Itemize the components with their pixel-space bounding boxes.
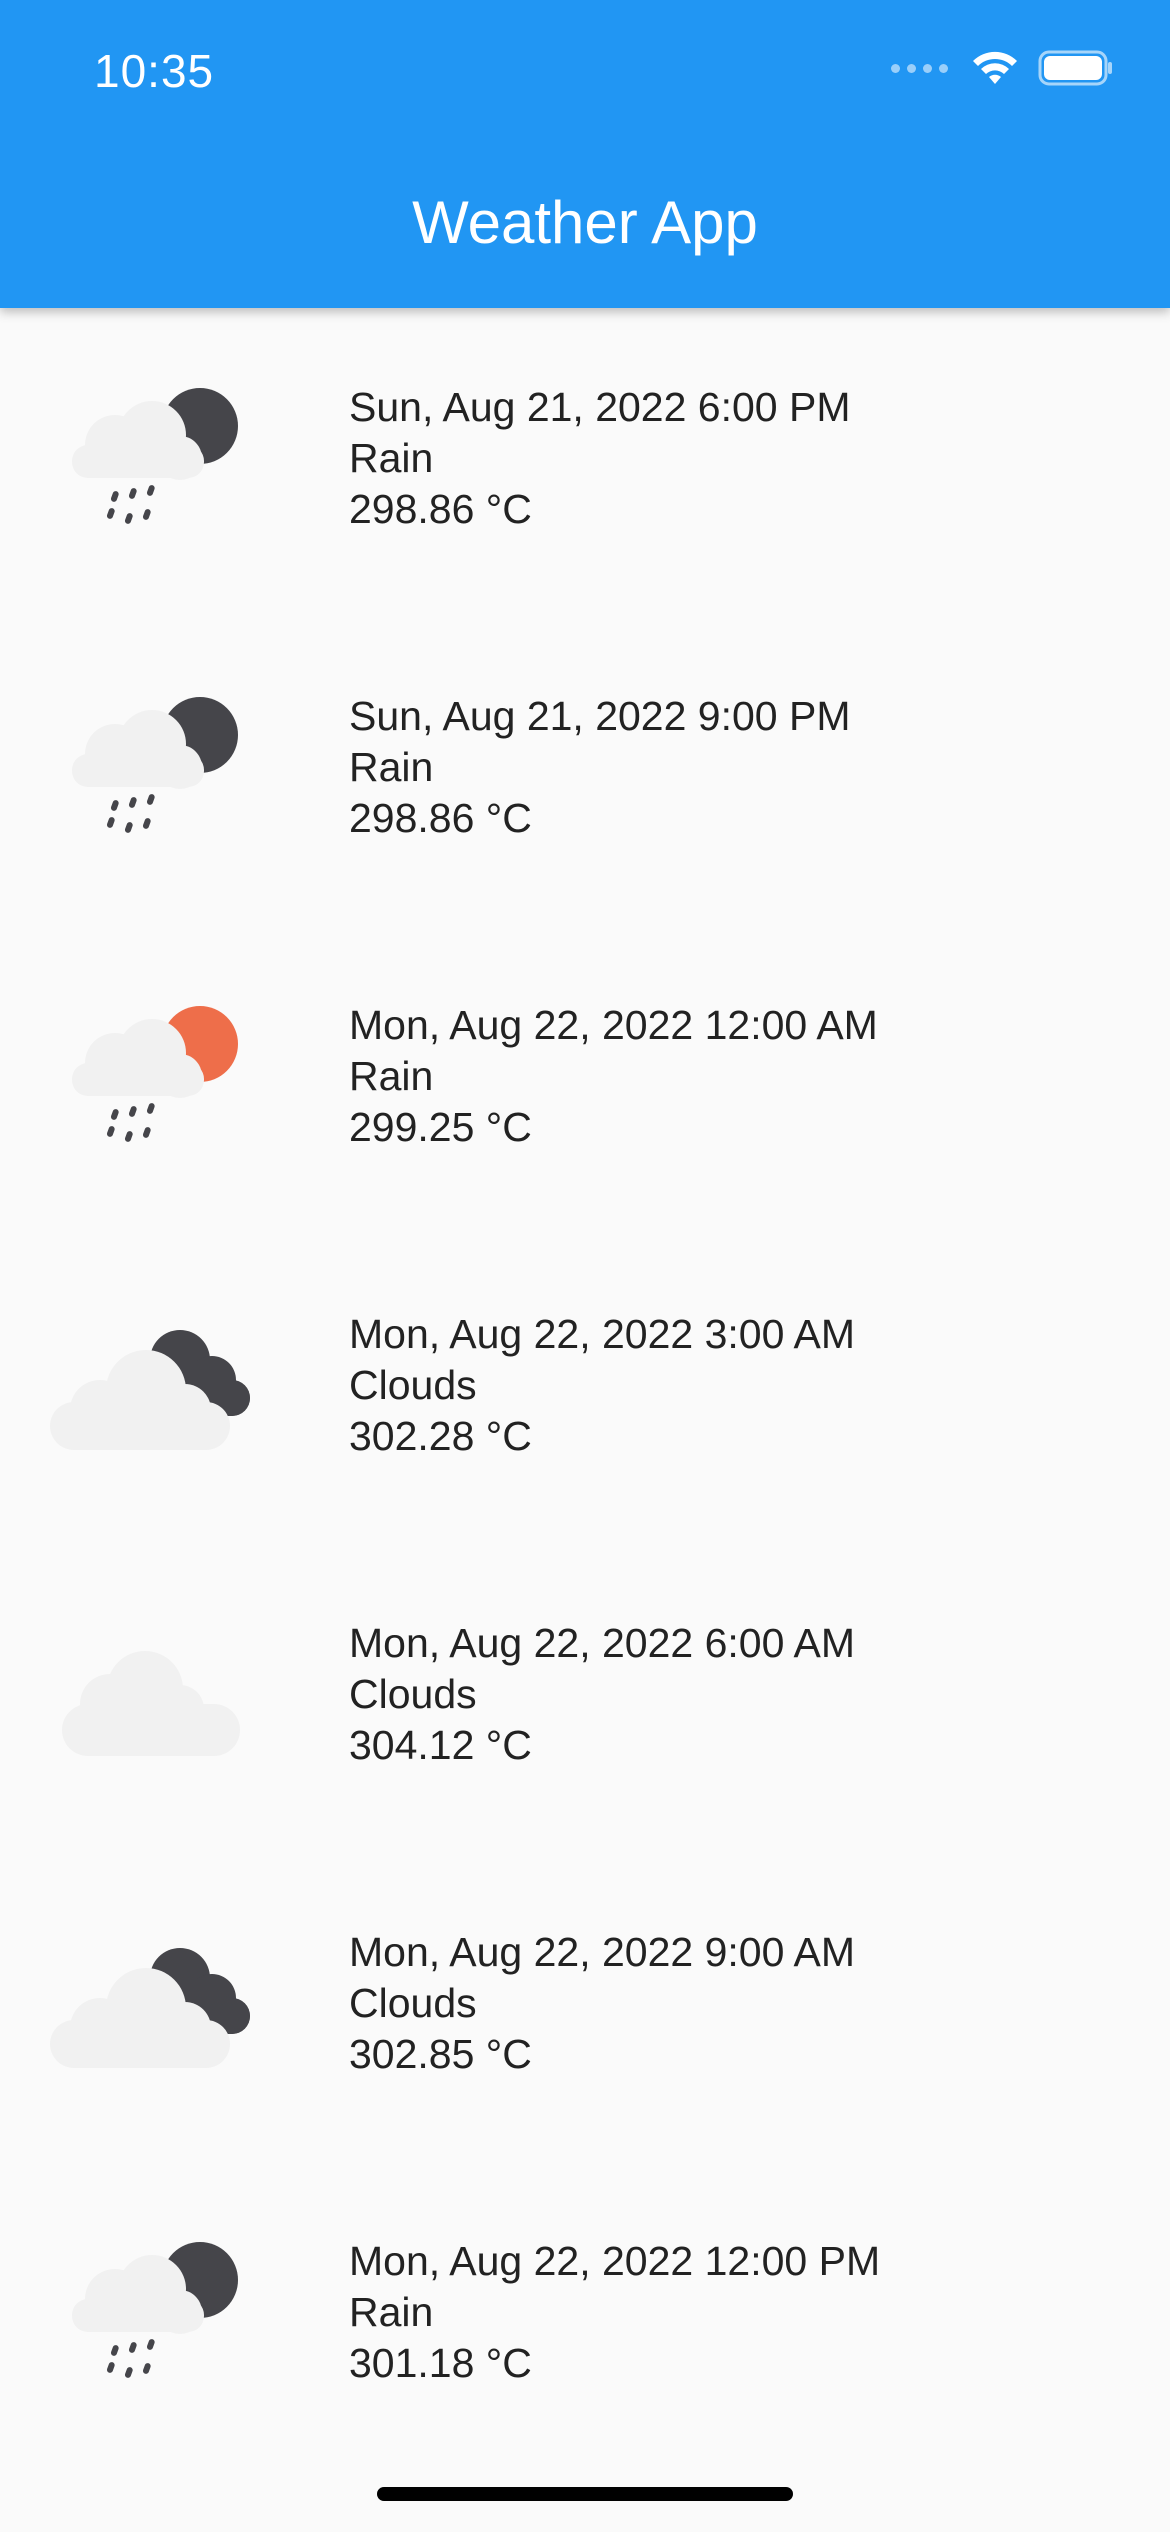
- forecast-temperature: 298.86 °C: [349, 486, 532, 532]
- forecast-datetime: Mon, Aug 22, 2022 6:00 AM: [349, 1620, 856, 1666]
- forecast-condition: Rain: [349, 2289, 434, 2335]
- list-item[interactable]: Sun, Aug 21, 2022 9:00 PM Rain 298.86 °C: [0, 617, 1170, 926]
- item-text: Mon, Aug 22, 2022 3:00 AM Clouds 302.28 …: [349, 1309, 855, 1462]
- rain-night-icon: [40, 363, 270, 533]
- item-text: Mon, Aug 22, 2022 12:00 AM Rain 299.25 °…: [349, 1000, 878, 1153]
- status-icons: [891, 50, 1114, 86]
- forecast-condition: Rain: [349, 744, 434, 790]
- list-item[interactable]: Sun, Aug 21, 2022 6:00 PM Rain 298.86 °C: [0, 308, 1170, 617]
- home-indicator[interactable]: [377, 2487, 793, 2501]
- forecast-condition: Rain: [349, 435, 434, 481]
- item-text: Mon, Aug 22, 2022 9:00 AM Clouds 302.85 …: [349, 1927, 855, 2080]
- item-text: Mon, Aug 22, 2022 6:00 AM Clouds 304.12 …: [349, 1618, 855, 1771]
- list-item[interactable]: Mon, Aug 22, 2022 6:00 AM Clouds 304.12 …: [0, 1544, 1170, 1853]
- forecast-datetime: Mon, Aug 22, 2022 12:00 AM: [349, 1002, 878, 1048]
- rain-sun-icon: [40, 981, 270, 1151]
- rain-night-icon: [40, 672, 270, 842]
- status-time: 10:35: [94, 45, 215, 97]
- forecast-temperature: 299.25 °C: [349, 1104, 532, 1150]
- wifi-icon: [973, 51, 1017, 84]
- item-text: Mon, Aug 22, 2022 12:00 PM Rain 301.18 °…: [349, 2236, 880, 2389]
- forecast-condition: Clouds: [349, 1980, 477, 2026]
- forecast-condition: Clouds: [349, 1362, 477, 1408]
- item-text: Sun, Aug 21, 2022 6:00 PM Rain 298.86 °C: [349, 382, 851, 535]
- forecast-datetime: Sun, Aug 21, 2022 6:00 PM: [349, 384, 851, 430]
- forecast-temperature: 304.12 °C: [349, 1722, 532, 1768]
- list-item[interactable]: Mon, Aug 22, 2022 9:00 AM Clouds 302.85 …: [0, 1853, 1170, 2162]
- forecast-datetime: Mon, Aug 22, 2022 9:00 AM: [349, 1929, 856, 1975]
- forecast-temperature: 298.86 °C: [349, 795, 532, 841]
- forecast-datetime: Mon, Aug 22, 2022 12:00 PM: [349, 2238, 881, 2284]
- forecast-condition: Clouds: [349, 1671, 477, 1717]
- forecast-datetime: Sun, Aug 21, 2022 9:00 PM: [349, 693, 851, 739]
- item-text: Sun, Aug 21, 2022 9:00 PM Rain 298.86 °C: [349, 691, 851, 844]
- list-item[interactable]: Mon, Aug 22, 2022 3:00 AM Clouds 302.28 …: [0, 1235, 1170, 1544]
- forecast-temperature: 301.18 °C: [349, 2340, 532, 2386]
- page-title: Weather App: [412, 189, 758, 256]
- battery-icon: [1038, 50, 1112, 86]
- forecast-datetime: Mon, Aug 22, 2022 3:00 AM: [349, 1311, 856, 1357]
- forecast-temperature: 302.28 °C: [349, 1413, 532, 1459]
- broken-clouds-icon: [40, 1290, 270, 1460]
- rain-night-icon: [40, 2217, 270, 2387]
- signal-icon: [891, 63, 948, 73]
- cloud-icon: [40, 1599, 270, 1769]
- list-item[interactable]: Mon, Aug 22, 2022 12:00 AM Rain 299.25 °…: [0, 926, 1170, 1235]
- list-item[interactable]: Mon, Aug 22, 2022 12:00 PM Rain 301.18 °…: [0, 2162, 1170, 2471]
- app-bar: 10:35 Weather App: [0, 0, 1170, 308]
- forecast-temperature: 302.85 °C: [349, 2031, 532, 2077]
- broken-clouds-icon: [40, 1908, 270, 2078]
- forecast-condition: Rain: [349, 1053, 434, 1099]
